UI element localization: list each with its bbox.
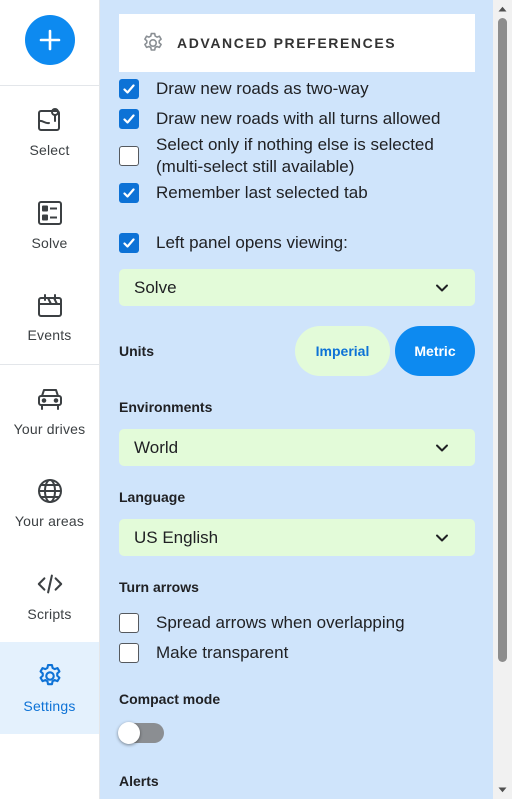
option-select-only-if-nothing: Select only if nothing else is selected … xyxy=(119,135,476,178)
select-value: World xyxy=(134,437,179,457)
globe-icon xyxy=(36,477,64,505)
gear-icon xyxy=(141,31,165,55)
add-button[interactable] xyxy=(25,15,75,65)
nav-item-label: Settings xyxy=(23,698,76,714)
nav-item-label: Solve xyxy=(31,235,68,251)
nav-item-settings[interactable]: Settings xyxy=(0,642,99,734)
chevron-down-icon xyxy=(435,533,449,543)
option-spread-arrows: Spread arrows when overlapping xyxy=(119,613,405,634)
nav-item-select[interactable]: Select xyxy=(0,86,99,178)
option-left-panel-opens: Left panel opens viewing: xyxy=(119,233,348,254)
option-label: Remember last selected tab xyxy=(156,183,368,202)
scrollbar-thumb[interactable] xyxy=(498,18,507,662)
units-label: Units xyxy=(119,343,154,359)
plus-icon xyxy=(38,28,62,52)
select-value: Solve xyxy=(134,277,177,297)
option-remember-last-tab: Remember last selected tab xyxy=(119,183,368,204)
panel-title: ADVANCED PREFERENCES xyxy=(177,35,397,51)
chevron-down-icon xyxy=(435,283,449,293)
checkbox-unchecked[interactable] xyxy=(119,146,139,166)
metric-button[interactable]: Metric xyxy=(395,326,475,376)
toggle-knob xyxy=(118,722,140,744)
nav-item-label: Select xyxy=(29,142,70,158)
select-value: US English xyxy=(134,527,219,547)
language-select[interactable]: US English xyxy=(119,519,475,556)
environments-select[interactable]: World xyxy=(119,429,475,466)
option-two-way-roads: Draw new roads as two-way xyxy=(119,79,369,100)
nav-item-events[interactable]: Events xyxy=(0,271,99,363)
scrollbar[interactable] xyxy=(493,0,512,799)
nav-item-solve[interactable]: Solve xyxy=(0,179,99,271)
checkbox-checked[interactable] xyxy=(119,109,139,129)
option-label: Make transparent xyxy=(156,643,289,662)
option-label: Spread arrows when overlapping xyxy=(156,613,405,632)
scroll-up-arrow-icon[interactable] xyxy=(493,0,512,18)
checkbox-unchecked[interactable] xyxy=(119,613,139,633)
imperial-button[interactable]: Imperial xyxy=(295,326,390,376)
settings-panel: ADVANCED PREFERENCES Draw new roads as t… xyxy=(100,0,493,799)
nav-item-label: Scripts xyxy=(27,606,72,622)
chevron-down-icon xyxy=(435,443,449,453)
scroll-down-arrow-icon[interactable] xyxy=(493,781,512,799)
panel-header: ADVANCED PREFERENCES xyxy=(119,14,475,72)
checkbox-unchecked[interactable] xyxy=(119,643,139,663)
gear-icon xyxy=(36,662,64,690)
option-label: Left panel opens viewing: xyxy=(156,233,348,252)
left-nav: Select Solve Events Your drives Your are… xyxy=(0,0,100,799)
car-icon xyxy=(36,385,64,413)
nav-item-your-areas[interactable]: Your areas xyxy=(0,457,99,549)
option-label: Draw new roads as two-way xyxy=(156,79,369,98)
option-label: Draw new roads with all turns allowed xyxy=(156,109,441,128)
compact-mode-label: Compact mode xyxy=(119,691,221,707)
checklist-icon xyxy=(36,199,64,227)
compact-mode-toggle[interactable] xyxy=(118,722,164,744)
option-label: Select only if nothing else is selected … xyxy=(156,135,434,176)
checkbox-checked[interactable] xyxy=(119,79,139,99)
nav-item-label: Your areas xyxy=(14,513,85,529)
checkbox-checked[interactable] xyxy=(119,183,139,203)
nav-item-label: Your drives xyxy=(13,421,86,437)
left-panel-view-select[interactable]: Solve xyxy=(119,269,475,306)
alerts-label: Alerts xyxy=(119,773,159,789)
nav-item-scripts[interactable]: Scripts xyxy=(0,550,99,642)
nav-item-label: Events xyxy=(27,327,72,343)
option-make-transparent: Make transparent xyxy=(119,643,288,664)
checkbox-checked[interactable] xyxy=(119,233,139,253)
nav-item-your-drives[interactable]: Your drives xyxy=(0,365,99,457)
calendar-icon xyxy=(36,291,64,319)
select-map-icon xyxy=(36,106,64,134)
language-label: Language xyxy=(119,489,186,505)
turn-arrows-label: Turn arrows xyxy=(119,579,199,595)
environments-label: Environments xyxy=(119,399,213,415)
option-all-turns-allowed: Draw new roads with all turns allowed xyxy=(119,109,440,130)
code-icon xyxy=(36,570,64,598)
